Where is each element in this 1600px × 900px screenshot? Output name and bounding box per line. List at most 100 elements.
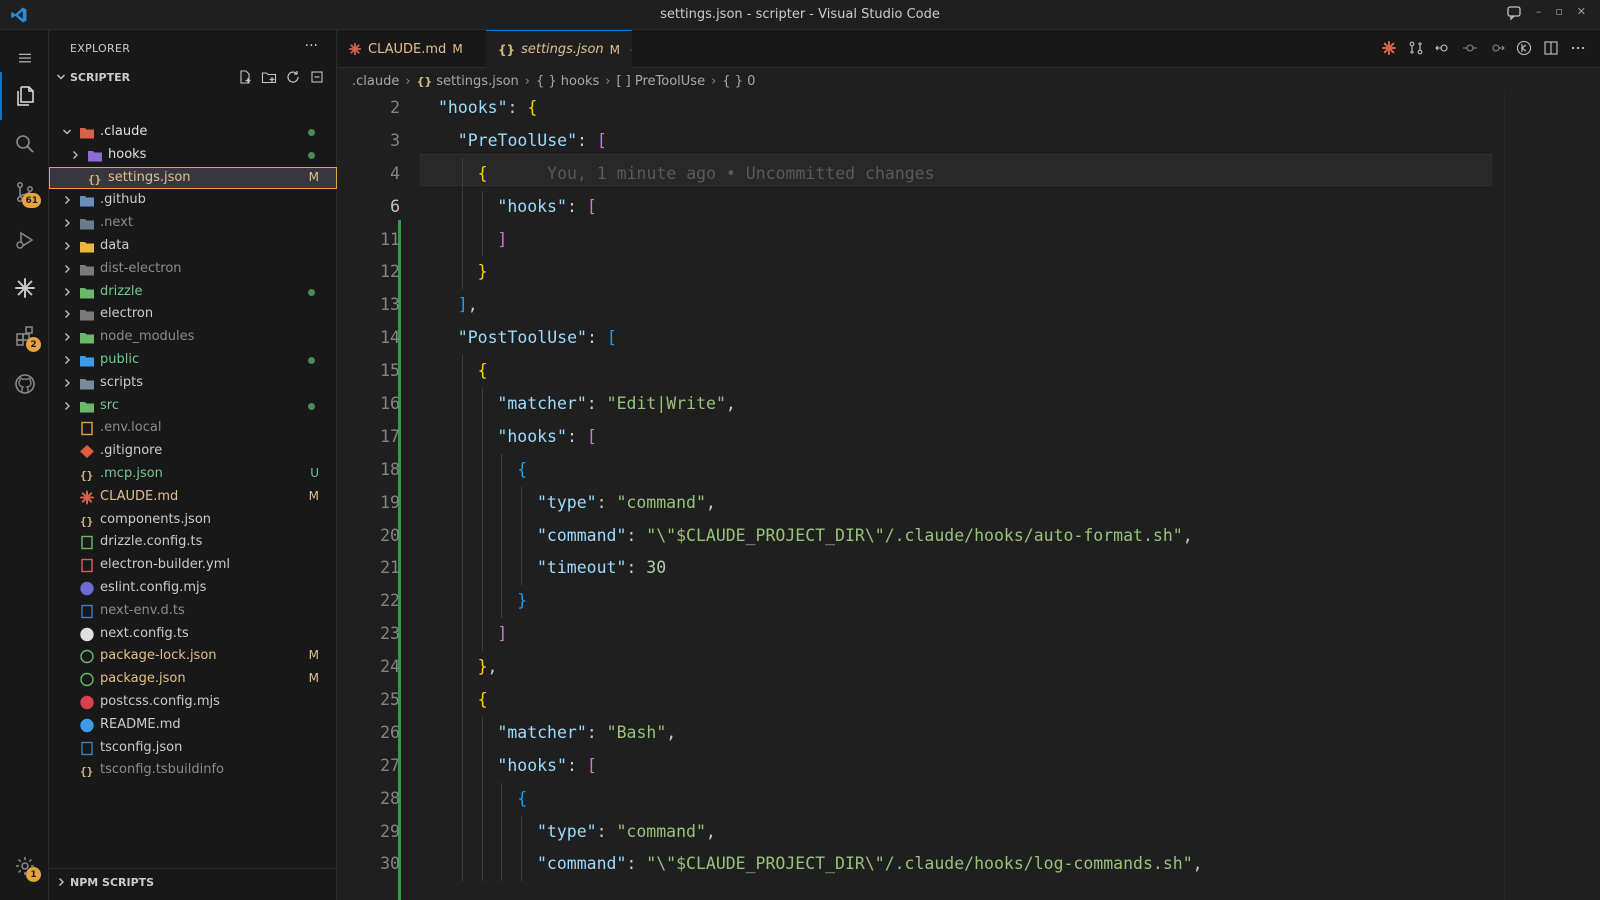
run-debug-icon[interactable]: [0, 216, 49, 264]
search-icon[interactable]: [0, 120, 49, 168]
collapse-all-icon[interactable]: [309, 69, 325, 85]
explorer-sidebar: EXPLORER ··· SCRIPTER .claude hooks {} sett…: [49, 30, 337, 900]
chevron-right-icon[interactable]: [61, 263, 73, 275]
tree-item[interactable]: electron-builder.yml: [49, 554, 337, 577]
open-changes-icon[interactable]: [1516, 40, 1532, 56]
code-text: ]: [497, 229, 508, 249]
new-file-icon[interactable]: [237, 69, 253, 85]
tree-item[interactable]: .gitignore: [49, 440, 337, 463]
chevron-right-icon[interactable]: [61, 240, 73, 252]
file-icon: [81, 604, 93, 618]
chevron-right-icon[interactable]: [61, 308, 73, 320]
folder-icon: [80, 310, 94, 321]
claude-icon[interactable]: [1381, 40, 1397, 56]
tab-claude-md[interactable]: CLAUDE.md M: [338, 30, 486, 68]
close-window-button[interactable]: ✕: [1577, 5, 1586, 21]
code-text: {: [517, 788, 528, 808]
code-editor[interactable]: 2 "hooks": {3 "PreToolUse": [4 { You, 1 min…: [338, 92, 1600, 882]
chevron-right-icon[interactable]: [61, 400, 73, 412]
more-actions-icon[interactable]: [1570, 40, 1586, 56]
breadcrumb-item[interactable]: { } 0: [722, 74, 755, 89]
breadcrumb-item[interactable]: [ ] PreToolUse: [616, 74, 705, 89]
copilot-chat-icon[interactable]: [1506, 5, 1522, 21]
tree-item[interactable]: drizzle: [49, 281, 337, 304]
tree-item[interactable]: hooks: [49, 144, 337, 167]
npm-scripts-section[interactable]: NPM SCRIPTS: [49, 868, 337, 890]
tree-item[interactable]: {} .mcp.json U: [49, 463, 337, 486]
new-folder-icon[interactable]: [261, 69, 277, 85]
tree-item[interactable]: eslint.config.mjs: [49, 577, 337, 600]
tree-item-label: .mcp.json: [100, 465, 163, 481]
tree-item[interactable]: package-lock.json M: [49, 645, 337, 668]
tree-item-label: eslint.config.mjs: [100, 579, 207, 595]
source-control-icon[interactable]: 61: [0, 168, 49, 216]
timeline-icon[interactable]: [1462, 40, 1478, 56]
tree-item[interactable]: .claude: [49, 121, 337, 144]
breadcrumb-item[interactable]: { } hooks: [536, 74, 599, 89]
folder-icon: [80, 287, 94, 299]
split-editor-icon[interactable]: [1543, 40, 1559, 56]
settings-gear-icon[interactable]: 1: [0, 842, 49, 890]
chevron-right-icon[interactable]: [61, 377, 73, 389]
chevron-right-icon: ›: [711, 73, 717, 89]
tree-item[interactable]: .github: [49, 189, 337, 212]
refresh-icon[interactable]: [285, 69, 301, 85]
indent-guide: [521, 519, 523, 553]
line-number: 18: [380, 459, 400, 479]
chevron-right-icon[interactable]: [61, 194, 73, 206]
tab-status: M: [609, 42, 621, 57]
json-icon: {}: [498, 42, 516, 57]
tree-item[interactable]: scripts: [49, 372, 337, 395]
breadcrumb-item[interactable]: settings.json: [436, 74, 519, 89]
claude-icon[interactable]: [0, 264, 49, 312]
tree-item[interactable]: dist-electron: [49, 258, 337, 281]
chevron-right-icon[interactable]: [61, 354, 73, 366]
code-text: "command": "\"$CLAUDE_PROJECT_DIR\"/.cla…: [537, 854, 1203, 874]
tree-item[interactable]: src: [49, 395, 337, 418]
go-forward-icon[interactable]: [1489, 40, 1505, 56]
compare-changes-icon[interactable]: [1408, 40, 1424, 56]
git-status-badge: U: [310, 465, 319, 480]
maximize-button[interactable]: ▫: [1555, 5, 1562, 21]
breadcrumb-item[interactable]: .claude: [352, 74, 399, 89]
tree-item[interactable]: {} settings.json M: [49, 166, 337, 190]
tree-item[interactable]: README.md: [49, 714, 337, 737]
tree-item[interactable]: data: [49, 235, 337, 258]
line-number: 17: [380, 426, 400, 446]
file-icon: [81, 422, 93, 436]
explorer-icon[interactable]: [0, 72, 49, 120]
chevron-right-icon[interactable]: [61, 331, 73, 343]
close-icon[interactable]: [630, 44, 632, 56]
tree-item[interactable]: public: [49, 349, 337, 372]
go-back-icon[interactable]: [1435, 40, 1451, 56]
tree-item-label: components.json: [100, 511, 212, 527]
tree-item[interactable]: drizzle.config.ts: [49, 531, 337, 554]
tree-item[interactable]: electron: [49, 303, 337, 326]
github-icon[interactable]: [0, 360, 49, 408]
extensions-badge: 2: [26, 337, 41, 352]
minimize-button[interactable]: –: [1536, 5, 1542, 21]
sidebar-more-button[interactable]: ···: [305, 38, 318, 54]
tree-item[interactable]: package.json M: [49, 668, 337, 691]
chevron-right-icon[interactable]: [61, 286, 73, 298]
code-line: 16 "matcher": "Edit|Write",: [338, 388, 1600, 421]
chevron-right-icon[interactable]: [61, 217, 73, 229]
code-text: ]: [497, 624, 508, 644]
extensions-icon[interactable]: 2: [0, 312, 49, 360]
tree-item[interactable]: next-env.d.ts: [49, 600, 337, 623]
file-icon: [80, 718, 94, 732]
tree-item[interactable]: next.config.ts: [49, 623, 337, 646]
tree-item[interactable]: .next: [49, 212, 337, 235]
tree-item[interactable]: postcss.config.mjs: [49, 691, 337, 714]
tree-item[interactable]: tsconfig.json: [49, 737, 337, 760]
chevron-right-icon[interactable]: [69, 149, 81, 161]
tab-settings-json[interactable]: {} settings.json M: [486, 30, 632, 68]
file-icon: [80, 627, 94, 641]
tree-item[interactable]: .env.local: [49, 417, 337, 440]
chevron-down-icon[interactable]: [61, 126, 73, 138]
tree-item[interactable]: node_modules: [49, 326, 337, 349]
workspace-section-header[interactable]: SCRIPTER: [49, 68, 337, 90]
tree-item[interactable]: CLAUDE.md M: [49, 486, 337, 509]
tree-item[interactable]: {} components.json: [49, 509, 337, 532]
tree-item[interactable]: {} tsconfig.tsbuildinfo: [49, 759, 337, 782]
